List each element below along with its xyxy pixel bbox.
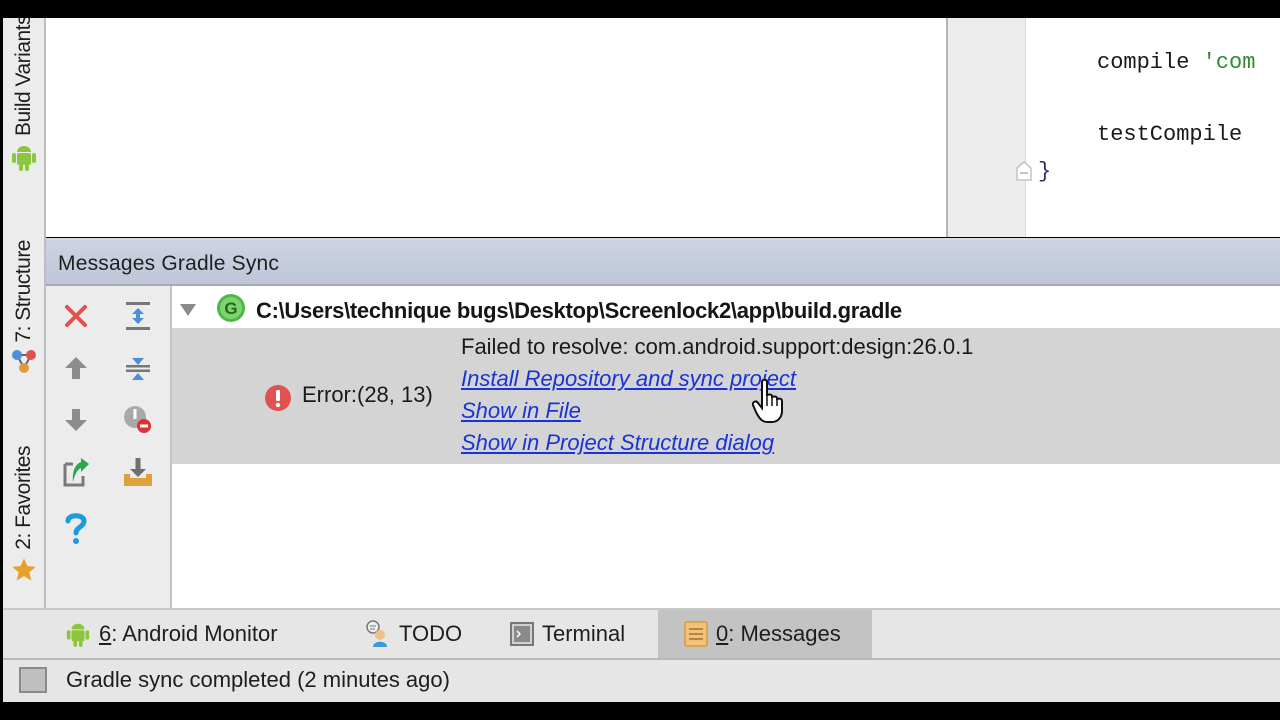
scroll-down-icon: [122, 456, 154, 493]
code-keyword: compile: [1097, 50, 1203, 75]
arrow-down-icon: [62, 406, 90, 439]
status-text: Gradle sync completed (2 minutes ago): [66, 667, 450, 692]
close-button[interactable]: [58, 300, 94, 336]
tab-messages-mnemonic: 0: [716, 621, 729, 646]
collapse-arrow-icon[interactable]: [178, 302, 198, 323]
expand-all-icon: [124, 300, 152, 337]
code-editor[interactable]: compile 'com testCompile }: [1026, 18, 1280, 237]
previous-message-button[interactable]: [58, 352, 94, 388]
tab-structure[interactable]: 7: Structure: [3, 240, 44, 380]
install-repository-link[interactable]: Install Repository and sync project: [461, 366, 796, 392]
error-location: Error:(28, 13): [302, 382, 433, 407]
help-icon: [62, 511, 90, 550]
gradle-icon: G: [216, 293, 246, 328]
tab-terminal-label: Terminal: [542, 621, 626, 646]
hide-warnings-button[interactable]: [120, 404, 156, 440]
panel-title: Messages Gradle Sync: [58, 252, 280, 275]
collapse-all-icon: [124, 352, 152, 389]
todo-icon: [363, 620, 391, 648]
tab-terminal[interactable]: Terminal: [510, 610, 625, 658]
messages-icon: [684, 621, 708, 647]
close-icon: [62, 302, 90, 335]
tool-windows-toggle-icon[interactable]: [19, 667, 47, 693]
android-icon: [10, 142, 38, 177]
collapse-all-button[interactable]: [120, 352, 156, 388]
editor-gutter: [948, 18, 1026, 237]
tree-node-build-file[interactable]: G C:\Users\technique bugs\Desktop\Screen…: [172, 292, 1280, 328]
show-in-file-link[interactable]: Show in File: [461, 398, 581, 424]
tab-favorites-label: 2: Favorites: [11, 446, 35, 550]
hand-cursor-icon: [751, 378, 786, 429]
tab-messages[interactable]: 0: Messages: [658, 610, 872, 658]
messages-toolbar: [46, 286, 172, 608]
code-line: testCompile: [1097, 122, 1255, 147]
tab-build-variants[interactable]: Build Variants: [3, 18, 44, 177]
error-message-row[interactable]: Error:(28, 13) Failed to resolve: com.an…: [172, 328, 1280, 464]
tab-todo-label: TODO: [399, 621, 463, 646]
code-string: 'com: [1202, 50, 1256, 75]
left-tool-strip: Build Variants 7: Structure 2: Favorites: [3, 18, 46, 608]
code-line: compile 'com: [1097, 50, 1255, 75]
tab-build-variants-label: Build Variants: [11, 18, 35, 136]
svg-text:G: G: [224, 299, 237, 318]
editor-blank-area: [46, 18, 946, 237]
tab-android-monitor-mnemonic: 6: [99, 621, 112, 646]
tab-android-monitor[interactable]: 6: Android Monitor: [65, 610, 286, 658]
expand-all-button[interactable]: [120, 300, 156, 336]
help-button[interactable]: [58, 512, 94, 548]
autoscroll-button[interactable]: [120, 456, 156, 492]
error-text: Failed to resolve: com.android.support:d…: [461, 334, 974, 359]
android-icon: [65, 620, 91, 648]
tab-android-monitor-label: : Android Monitor: [111, 621, 278, 646]
show-project-structure-link[interactable]: Show in Project Structure dialog: [461, 430, 774, 456]
error-icon: [264, 384, 292, 417]
tab-structure-label: 7: Structure: [11, 240, 35, 343]
terminal-icon: [510, 622, 534, 646]
tab-messages-label: : Messages: [728, 621, 841, 646]
structure-icon: [10, 347, 38, 380]
messages-tree: G C:\Users\technique bugs\Desktop\Screen…: [172, 286, 1280, 608]
tab-todo[interactable]: TODO: [363, 610, 462, 658]
code-keyword: testCompile: [1097, 122, 1256, 147]
next-message-button[interactable]: [58, 404, 94, 440]
build-file-path: C:\Users\technique bugs\Desktop\Screenlo…: [256, 298, 902, 323]
status-bar: Gradle sync completed (2 minutes ago): [3, 660, 1280, 702]
arrow-up-icon: [62, 354, 90, 387]
hide-warnings-icon: [122, 404, 154, 441]
tool-window-bar: 6: Android Monitor TODO Terminal 0: Mess…: [3, 608, 1280, 660]
code-line: }: [1038, 159, 1052, 184]
tab-favorites[interactable]: 2: Favorites: [3, 446, 44, 589]
star-icon: [10, 556, 38, 589]
export-icon: [61, 456, 91, 493]
export-button[interactable]: [58, 456, 94, 492]
messages-panel-header: Messages Gradle Sync: [46, 238, 1280, 286]
fold-icon[interactable]: [1015, 160, 1033, 182]
